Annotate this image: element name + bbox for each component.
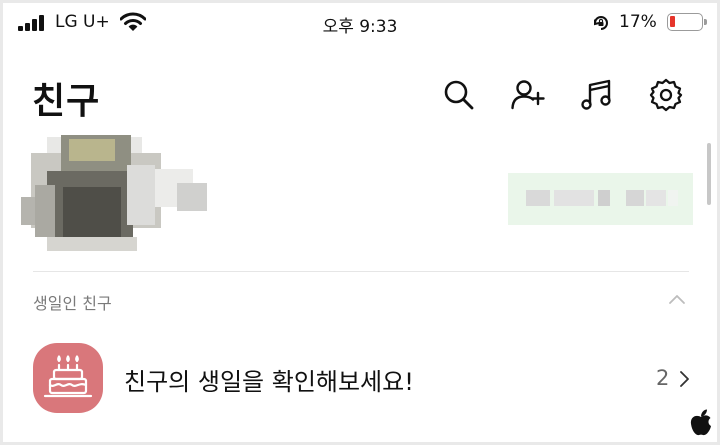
battery-icon [667,13,707,31]
settings-icon[interactable] [648,77,684,113]
search-icon[interactable] [441,77,477,113]
section-label-birthday: 생일인 친구 [33,294,112,313]
scrollbar[interactable] [707,143,711,205]
add-friend-icon[interactable] [510,77,546,113]
my-profile-avatar[interactable] [17,125,212,260]
music-icon[interactable] [579,77,615,113]
battery-percent: 17% [619,12,657,32]
page-title: 친구 [32,81,101,122]
orientation-lock-icon [594,16,608,30]
birthday-cake-icon [33,343,103,413]
friends-screen: LG U+ 오후 9:33 17% 친구 생일인 친구 친구의 생일을 확인해보… [3,3,717,442]
chevron-right-icon [680,371,689,387]
status-bar: LG U+ 오후 9:33 17% [3,3,717,43]
divider [33,271,689,272]
status-message-pill[interactable] [508,173,693,225]
birthday-count: 2 [656,366,670,390]
birthday-prompt-text: 친구의 생일을 확인해보세요! [124,368,414,396]
birthday-friends-row[interactable]: 친구의 생일을 확인해보세요! 2 [3,333,717,423]
chevron-up-icon[interactable] [667,292,687,306]
apple-logo-icon [686,408,716,438]
